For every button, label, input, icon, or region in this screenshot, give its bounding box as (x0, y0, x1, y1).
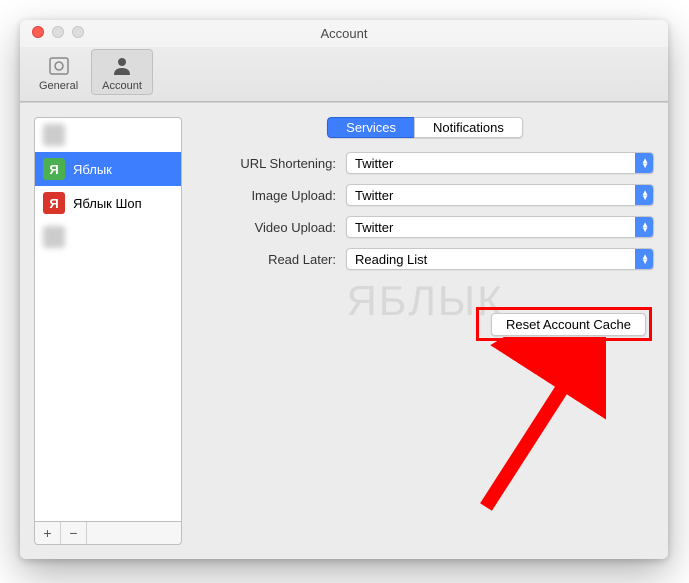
chevron-updown-icon: ▲▼ (641, 190, 649, 200)
tab-notifications[interactable]: Notifications (414, 117, 523, 138)
list-item[interactable]: Я Яблык (35, 152, 181, 186)
list-item[interactable] (35, 220, 181, 254)
chevron-updown-icon: ▲▼ (641, 222, 649, 232)
avatar (43, 124, 65, 146)
row-image-upload: Image Upload: Twitter ▲▼ (196, 184, 654, 206)
row-read-later: Read Later: Reading List ▲▼ (196, 248, 654, 270)
account-name: Яблык (73, 162, 112, 177)
avatar: Я (43, 192, 65, 214)
tab-label: Account (102, 80, 142, 92)
image-upload-select[interactable]: Twitter ▲▼ (346, 184, 654, 206)
read-later-select[interactable]: Reading List ▲▼ (346, 248, 654, 270)
add-button[interactable]: + (35, 522, 61, 544)
select-value: Twitter (355, 188, 393, 203)
window-title: Account (20, 26, 668, 47)
chevron-updown-icon: ▲▼ (641, 254, 649, 264)
label: Video Upload: (196, 220, 336, 235)
label: Image Upload: (196, 188, 336, 203)
remove-button[interactable]: − (61, 522, 87, 544)
row-url-shortening: URL Shortening: Twitter ▲▼ (196, 152, 654, 174)
titlebar: Account General Account (20, 20, 668, 103)
reset-account-cache-button[interactable]: Reset Account Cache (491, 313, 646, 336)
close-icon[interactable] (32, 26, 44, 38)
main-panel: Services Notifications URL Shortening: T… (196, 117, 654, 545)
gear-icon (45, 54, 73, 78)
account-name: Яблык Шоп (73, 196, 142, 211)
tab-general[interactable]: General (28, 49, 89, 95)
watermark-text: ЯБЛЫК (346, 277, 503, 325)
chevron-updown-icon: ▲▼ (641, 158, 649, 168)
tab-account[interactable]: Account (91, 49, 153, 95)
maximize-icon[interactable] (72, 26, 84, 38)
url-shortening-select[interactable]: Twitter ▲▼ (346, 152, 654, 174)
minimize-icon[interactable] (52, 26, 64, 38)
video-upload-select[interactable]: Twitter ▲▼ (346, 216, 654, 238)
content: Я Яблык Я Яблык Шоп + − Servi (20, 103, 668, 559)
person-icon (108, 54, 136, 78)
label: Read Later: (196, 252, 336, 267)
account-list: Я Яблык Я Яблык Шоп (34, 117, 182, 522)
toolbar: General Account (20, 47, 668, 102)
tab-services[interactable]: Services (327, 117, 414, 138)
segmented-control: Services Notifications (196, 117, 654, 138)
settings-form: URL Shortening: Twitter ▲▼ Image Upload:… (196, 152, 654, 270)
avatar: Я (43, 158, 65, 180)
select-value: Twitter (355, 156, 393, 171)
list-item[interactable]: Я Яблык Шоп (35, 186, 181, 220)
avatar (43, 226, 65, 248)
sidebar: Я Яблык Я Яблык Шоп + − (34, 117, 182, 545)
list-item[interactable] (35, 118, 181, 152)
select-value: Twitter (355, 220, 393, 235)
row-video-upload: Video Upload: Twitter ▲▼ (196, 216, 654, 238)
traffic-lights (20, 26, 94, 38)
reset-area: Reset Account Cache (491, 313, 646, 336)
select-value: Reading List (355, 252, 427, 267)
annotation-arrow-icon (426, 337, 606, 527)
list-footer: + − (34, 522, 182, 545)
preferences-window: Account General Account (20, 20, 668, 559)
tab-label: General (39, 80, 78, 92)
label: URL Shortening: (196, 156, 336, 171)
